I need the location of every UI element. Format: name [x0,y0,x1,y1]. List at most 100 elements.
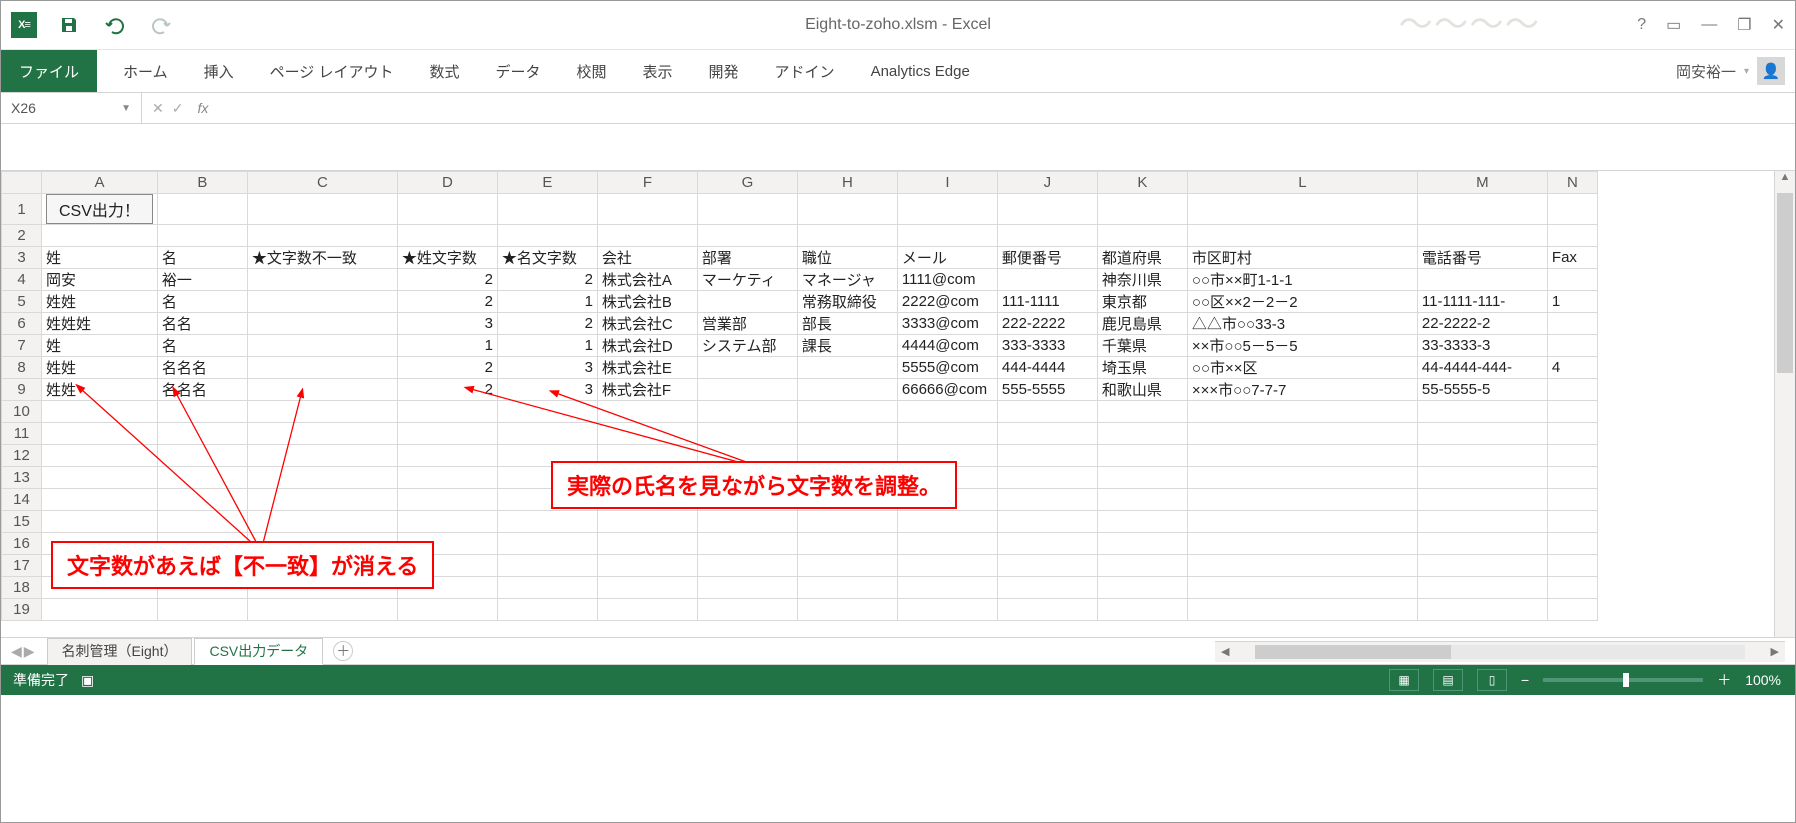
cell-N18[interactable] [1547,577,1597,599]
cell-J6[interactable]: 222-2222 [997,313,1097,335]
cell-J3[interactable]: 郵便番号 [997,247,1097,269]
cell-L12[interactable] [1187,445,1417,467]
cell-F17[interactable] [597,555,697,577]
cell-L3[interactable]: 市区町村 [1187,247,1417,269]
signed-in-user[interactable]: 岡安裕一 ▾ 👤 [1676,50,1785,92]
cell-K15[interactable] [1097,511,1187,533]
minimize-icon[interactable]: — [1701,16,1717,34]
row-header-13[interactable]: 13 [2,467,42,489]
cell-G9[interactable] [697,379,797,401]
cell-N7[interactable] [1547,335,1597,357]
cell-D11[interactable] [397,423,497,445]
col-header-H[interactable]: H [797,172,897,194]
ribbon-tab-4[interactable]: 数式 [411,50,477,92]
cell-I3[interactable]: メール [897,247,997,269]
cell-N1[interactable] [1547,194,1597,225]
ribbon-tab-1[interactable]: ホーム [105,50,186,92]
page-layout-view-button[interactable]: ▤ [1433,669,1463,691]
cell-E1[interactable] [497,194,597,225]
cell-K9[interactable]: 和歌山県 [1097,379,1187,401]
cell-K18[interactable] [1097,577,1187,599]
cell-G1[interactable] [697,194,797,225]
row-header-4[interactable]: 4 [2,269,42,291]
cell-G18[interactable] [697,577,797,599]
cell-E3[interactable]: ★名文字数 [497,247,597,269]
cell-E17[interactable] [497,555,597,577]
cell-N13[interactable] [1547,467,1597,489]
cell-L7[interactable]: ××市○○5－5－5 [1187,335,1417,357]
cell-D1[interactable] [397,194,497,225]
spreadsheet-grid[interactable]: ABCDEFGHIJKLMN1CSV出力！23姓名★文字数不一致★姓文字数★名文… [1,171,1795,637]
cell-H4[interactable]: マネージャ [797,269,897,291]
cell-I1[interactable] [897,194,997,225]
cell-K10[interactable] [1097,401,1187,423]
cell-G5[interactable] [697,291,797,313]
help-icon[interactable]: ? [1637,16,1646,34]
cell-M10[interactable] [1417,401,1547,423]
cell-D14[interactable] [397,489,497,511]
cell-A3[interactable]: 姓 [42,247,158,269]
cell-B9[interactable]: 名名名 [157,379,247,401]
ribbon-tab-7[interactable]: 表示 [625,50,691,92]
cell-F6[interactable]: 株式会社C [597,313,697,335]
cell-D9[interactable]: 2 [397,379,497,401]
col-header-E[interactable]: E [497,172,597,194]
col-header-J[interactable]: J [997,172,1097,194]
cell-J4[interactable] [997,269,1097,291]
row-header-2[interactable]: 2 [2,225,42,247]
cell-E7[interactable]: 1 [497,335,597,357]
cell-K19[interactable] [1097,599,1187,621]
cell-J13[interactable] [997,467,1097,489]
cell-K11[interactable] [1097,423,1187,445]
cell-C9[interactable] [247,379,397,401]
cell-M1[interactable] [1417,194,1547,225]
cell-C8[interactable] [247,357,397,379]
cell-J10[interactable] [997,401,1097,423]
cell-M11[interactable] [1417,423,1547,445]
cell-I9[interactable]: 66666@com [897,379,997,401]
cell-F8[interactable]: 株式会社E [597,357,697,379]
cell-H10[interactable] [797,401,897,423]
cell-F4[interactable]: 株式会社A [597,269,697,291]
cell-C12[interactable] [247,445,397,467]
cell-I2[interactable] [897,225,997,247]
cell-E10[interactable] [497,401,597,423]
cell-H6[interactable]: 部長 [797,313,897,335]
cell-J8[interactable]: 444-4444 [997,357,1097,379]
cell-F15[interactable] [597,511,697,533]
cell-J12[interactable] [997,445,1097,467]
row-header-10[interactable]: 10 [2,401,42,423]
col-header-K[interactable]: K [1097,172,1187,194]
cell-H8[interactable] [797,357,897,379]
cell-L10[interactable] [1187,401,1417,423]
cell-I10[interactable] [897,401,997,423]
cell-D7[interactable]: 1 [397,335,497,357]
cell-C11[interactable] [247,423,397,445]
cell-A11[interactable] [42,423,158,445]
cell-B8[interactable]: 名名名 [157,357,247,379]
cell-C15[interactable] [247,511,397,533]
cell-D3[interactable]: ★姓文字数 [397,247,497,269]
cell-E6[interactable]: 2 [497,313,597,335]
cell-L18[interactable] [1187,577,1417,599]
cell-F9[interactable]: 株式会社F [597,379,697,401]
cell-L1[interactable] [1187,194,1417,225]
cell-J18[interactable] [997,577,1097,599]
cell-L19[interactable] [1187,599,1417,621]
cell-N2[interactable] [1547,225,1597,247]
cell-J1[interactable] [997,194,1097,225]
cell-A6[interactable]: 姓姓姓 [42,313,158,335]
cell-N12[interactable] [1547,445,1597,467]
cell-E19[interactable] [497,599,597,621]
cell-G10[interactable] [697,401,797,423]
cell-B10[interactable] [157,401,247,423]
cell-J16[interactable] [997,533,1097,555]
cell-A15[interactable] [42,511,158,533]
ribbon-tab-2[interactable]: 挿入 [186,50,252,92]
row-header-18[interactable]: 18 [2,577,42,599]
cell-K16[interactable] [1097,533,1187,555]
cell-G16[interactable] [697,533,797,555]
cell-M4[interactable] [1417,269,1547,291]
col-header-B[interactable]: B [157,172,247,194]
cell-H11[interactable] [797,423,897,445]
